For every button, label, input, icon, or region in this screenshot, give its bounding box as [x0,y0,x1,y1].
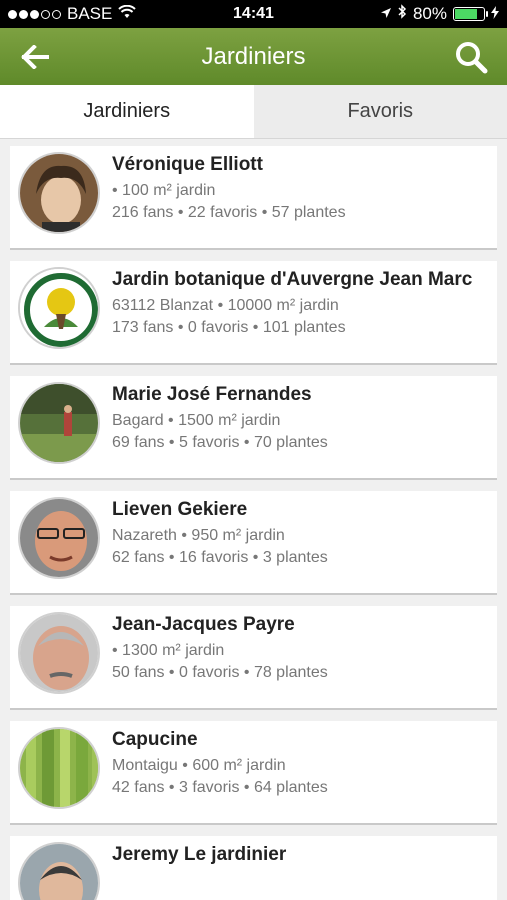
gardener-location: Montaigu • 600 m² jardin [112,757,286,774]
gardener-name: Capucine [112,729,198,750]
tab-bar: Jardiniers Favoris [0,85,507,139]
avatar [18,727,100,809]
list-item[interactable]: Capucine Montaigu • 600 m² jardin 42 fan… [10,721,497,825]
gardener-name: Jeremy Le jardinier [112,844,287,865]
list-item[interactable]: Jeremy Le jardinier [10,836,497,900]
avatar [18,497,100,579]
wifi-icon [118,4,137,24]
list-item[interactable]: Jean-Jacques Payre • 1300 m² jardin 50 f… [10,606,497,710]
page-title: Jardiniers [201,42,306,70]
gardener-location: • 100 m² jardin [112,182,216,199]
carrier-label: BASE [67,4,113,23]
back-button[interactable] [18,40,52,74]
battery-icon [453,7,488,21]
bluetooth-icon [398,4,407,24]
gardener-stats: 62 fans • 16 favoris • 3 plantes [112,549,328,566]
arrow-left-icon [21,45,49,69]
tab-favoris[interactable]: Favoris [253,85,507,138]
app-header: Jardiniers [0,28,507,85]
gardener-stats: 69 fans • 5 favoris • 70 plantes [112,434,328,451]
list-item[interactable]: Jardin botanique d'Auvergne Jean Marc 63… [10,261,497,365]
status-bar: BASE 14:41 80% [0,0,507,28]
list-item[interactable]: Marie José Fernandes Bagard • 1500 m² ja… [10,376,497,480]
gardener-stats: 216 fans • 22 favoris • 57 plantes [112,204,346,221]
avatar [18,152,100,234]
gardener-name: Véronique Elliott [112,154,263,175]
gardener-location: Bagard • 1500 m² jardin [112,412,281,429]
gardener-stats: 42 fans • 3 favoris • 64 plantes [112,779,328,796]
search-icon [456,42,488,74]
signal-strength-icon [8,9,61,19]
gardener-list[interactable]: Véronique Elliott • 100 m² jardin 216 fa… [0,139,507,900]
avatar [18,842,100,900]
gardener-name: Jean-Jacques Payre [112,614,295,635]
avatar [18,382,100,464]
avatar [18,612,100,694]
gardener-location: • 1300 m² jardin [112,642,225,659]
tab-jardiniers[interactable]: Jardiniers [0,85,254,138]
search-button[interactable] [453,39,489,75]
gardener-name: Jardin botanique d'Auvergne Jean Marc [112,269,473,290]
list-item[interactable]: Lieven Gekiere Nazareth • 950 m² jardin … [10,491,497,595]
charging-icon [491,4,499,24]
gardener-location: Nazareth • 950 m² jardin [112,527,285,544]
battery-percent: 80% [412,4,447,23]
location-arrow-icon [380,4,392,24]
gardener-name: Lieven Gekiere [112,499,248,520]
signal-carrier: BASE [8,4,137,24]
gardener-stats: 50 fans • 0 favoris • 78 plantes [112,664,328,681]
list-item[interactable]: Véronique Elliott • 100 m² jardin 216 fa… [10,146,497,250]
gardener-name: Marie José Fernandes [112,384,312,405]
avatar [18,267,100,349]
gardener-stats: 173 fans • 0 favoris • 101 plantes [112,319,346,336]
gardener-location: 63112 Blanzat • 10000 m² jardin [112,297,339,314]
